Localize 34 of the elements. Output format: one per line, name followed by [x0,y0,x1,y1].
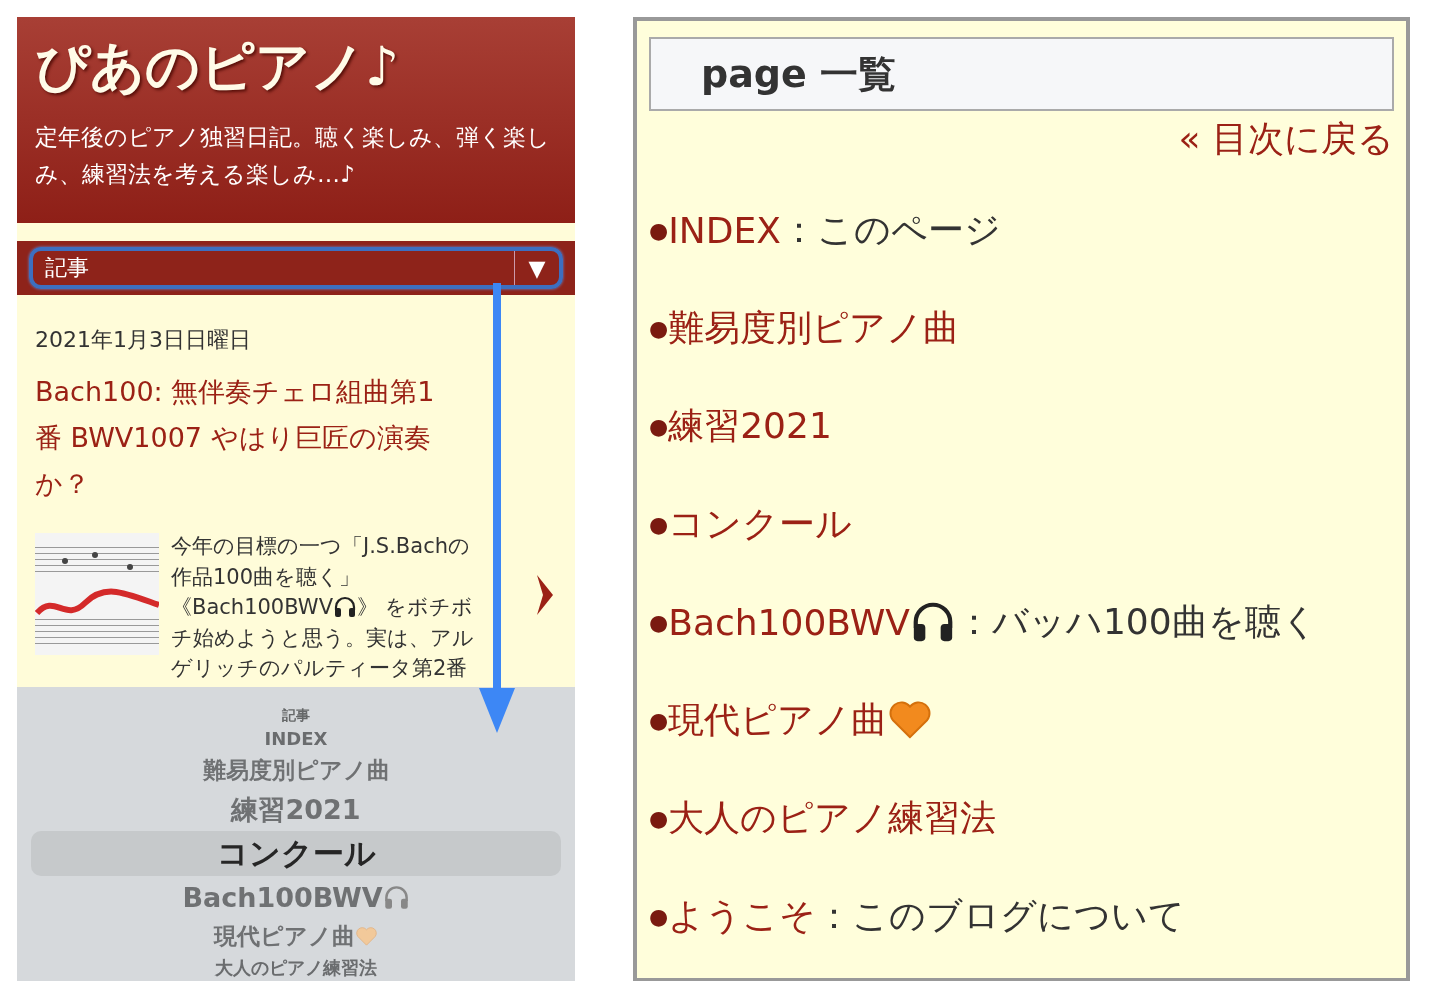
page-link[interactable]: ようこそ [668,891,817,941]
blog-description: 定年後のピアノ独習日記。聴く楽しみ、弾く楽しみ、練習法を考える楽しみ…♪ [35,123,551,189]
page-heading: page 一覧 [649,37,1394,111]
picker-option[interactable]: 記事 [282,707,310,725]
page-description: ：バッハ100曲を聴く [955,599,1318,644]
page-link[interactable]: Bach100BWV [668,601,910,643]
page-link[interactable]: コンクール [668,499,853,549]
page-link[interactable]: 現代ピアノ曲 [668,695,888,745]
bullet: ● [649,903,669,929]
bullet: ● [649,413,669,439]
bullet: ● [649,805,669,831]
page-link[interactable]: 大人のピアノ練習法 [668,793,997,843]
post-title[interactable]: Bach100: 無伴奏チェロ組曲第1番 BWV1007 やはり巨匠の演奏か？ [35,369,455,507]
picker-option[interactable]: 大人のピアノ練習法 [215,954,377,981]
bullet: ● [649,707,669,733]
heart-icon [355,924,378,948]
bullet: ● [649,217,669,243]
post-excerpt: 今年の目標の一つ「J.S.Bachの 作品100曲を聴く」 《Bach100BWV 》 をボチボ チ始めようと思う。実は、アル ゲリッチのパルティータ第2番 [171,533,475,682]
page-link[interactable]: 練習2021 [668,401,832,451]
bullet: ● [649,609,669,635]
picker-option[interactable]: INDEX [264,725,328,753]
headphones-icon [382,883,410,911]
bullet: ● [649,315,669,341]
page-link[interactable]: INDEX [668,209,781,251]
page-select[interactable]: 記事 ▼ [29,247,563,289]
back-to-index-link[interactable]: « 目次に戻る [1178,115,1394,164]
page-description: ：このページ [780,207,1001,252]
page-description: ：このブログについて [816,893,1186,938]
page-link[interactable]: 難易度別ピアノ曲 [668,303,960,353]
blog-title[interactable]: ぴあのピアノ♪ [35,35,557,99]
headphones-icon [333,595,357,620]
post-date: 2021年1月3日日曜日 [35,326,252,354]
bullet: ● [649,511,669,537]
picker-option[interactable]: コンクール [31,830,561,877]
